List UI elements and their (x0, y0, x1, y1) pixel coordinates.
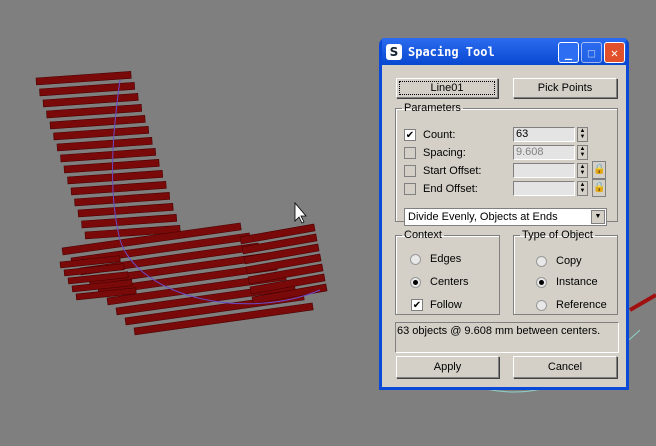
type-of-object-group: Type of Object Copy Instance Reference (513, 229, 618, 315)
chair-slat (60, 148, 157, 163)
context-label: Context (404, 229, 442, 241)
rocking-chair-model (35, 71, 328, 336)
chair-slat (70, 181, 167, 196)
chair-slat (42, 93, 139, 108)
parameters-group: Parameters ✔ Count: 63 ▲ ▼ Spacing: 9.608 … (395, 102, 618, 226)
chair-slat (46, 104, 143, 119)
spacing-label: Spacing: (423, 147, 466, 159)
follow-checkbox[interactable]: ✔ (411, 299, 423, 311)
copy-label: Copy (556, 255, 582, 267)
minimize-button[interactable]: _ (558, 42, 579, 63)
chair-slat (77, 203, 174, 218)
parameters-label: Parameters (404, 102, 461, 114)
centers-label: Centers (430, 276, 469, 288)
edges-radio[interactable] (410, 253, 421, 265)
start-offset-spinner[interactable]: ▲ ▼ (577, 163, 588, 178)
pick-points-button[interactable]: Pick Points (513, 78, 617, 98)
spacing-checkbox[interactable] (404, 147, 416, 159)
maximize-button[interactable]: □ (581, 42, 602, 63)
instance-radio[interactable] (536, 276, 547, 288)
cancel-button[interactable]: Cancel (513, 356, 617, 378)
chair-slat (39, 82, 136, 97)
end-offset-input[interactable] (513, 181, 575, 196)
count-label: Count: (423, 129, 456, 141)
count-spinner[interactable]: ▲ ▼ (577, 127, 588, 142)
chair-slat (53, 126, 150, 141)
count-input[interactable]: 63 (513, 127, 575, 142)
start-offset-input[interactable] (513, 163, 575, 178)
start-offset-label: Start Offset: (423, 165, 482, 177)
spacing-tool-dialog: S Spacing Tool _ □ ✕ Line01 Pick Points … (379, 38, 629, 390)
chair-slat (35, 71, 132, 86)
reference-radio[interactable] (536, 299, 547, 311)
instance-label: Instance (556, 276, 598, 288)
type-of-object-label: Type of Object (522, 229, 593, 241)
close-button[interactable]: ✕ (604, 42, 625, 63)
edges-label: Edges (430, 253, 462, 265)
copy-radio[interactable] (536, 255, 547, 267)
end-offset-checkbox[interactable] (404, 183, 416, 195)
chair-slat (81, 214, 178, 229)
chair-slat (74, 192, 171, 207)
chair-slat (67, 170, 164, 185)
end-offset-lock-icon[interactable]: 🔒 (592, 179, 606, 197)
window-title: Spacing Tool (408, 44, 495, 59)
count-checkbox[interactable]: ✔ (404, 129, 416, 141)
spacing-spinner[interactable]: ▲ ▼ (577, 145, 588, 160)
distribution-mode-select[interactable]: Divide Evenly, Objects at Ends ▼ (404, 208, 607, 226)
start-offset-lock-icon[interactable]: 🔒 (592, 161, 606, 179)
centers-radio[interactable] (410, 276, 421, 288)
mode-value: Divide Evenly, Objects at Ends (408, 211, 558, 223)
end-offset-label: End Offset: (423, 183, 478, 195)
path-pick-button[interactable]: Line01 (396, 78, 498, 98)
end-offset-spinner[interactable]: ▲ ▼ (577, 181, 588, 196)
context-group: Context Edges Centers ✔ Follow (395, 229, 500, 315)
object-edge (629, 293, 656, 312)
chair-slat (49, 115, 146, 130)
status-text: 63 objects @ 9.608 mm between centers. (395, 322, 619, 353)
title-bar[interactable]: S Spacing Tool _ □ ✕ (382, 38, 626, 65)
chair-slat (56, 137, 153, 152)
chevron-down-icon[interactable]: ▼ (591, 210, 605, 224)
apply-button[interactable]: Apply (396, 356, 499, 378)
spacing-input[interactable]: 9.608 (513, 145, 575, 160)
reference-label: Reference (556, 299, 607, 311)
follow-label: Follow (430, 299, 462, 311)
chair-slat (63, 159, 160, 174)
app-logo-icon: S (386, 43, 402, 60)
mouse-cursor-icon (294, 201, 307, 224)
start-offset-checkbox[interactable] (404, 165, 416, 177)
